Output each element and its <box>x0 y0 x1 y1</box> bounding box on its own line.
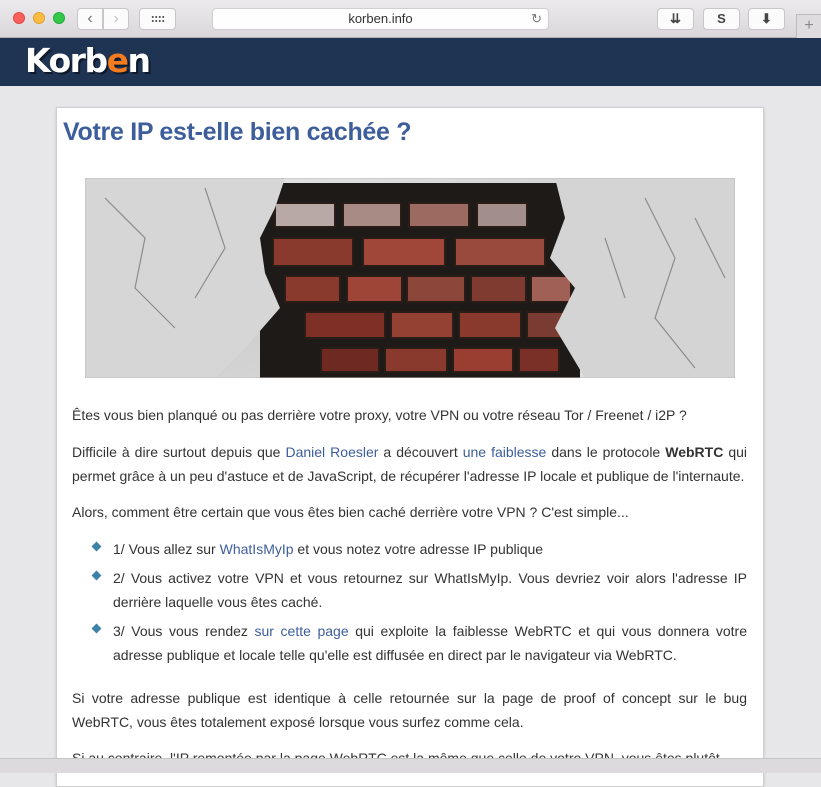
maximize-window-button[interactable] <box>53 12 65 24</box>
logo-text-accent: e <box>106 41 129 80</box>
close-window-button[interactable] <box>13 12 25 24</box>
reload-icon[interactable]: ↻ <box>531 9 542 29</box>
grid-icon <box>151 15 165 23</box>
site-header: Korben <box>0 38 821 86</box>
step1-text-1: 1/ Vous allez sur <box>113 541 220 557</box>
how-to-paragraph: Alors, comment être certain que vous ête… <box>72 504 629 520</box>
double-down-arrow-icon: ⇊ <box>670 11 681 26</box>
intro-paragraph: Êtes vous bien planqué ou pas derrière v… <box>72 407 687 423</box>
top-sites-button[interactable] <box>139 8 176 30</box>
webrtc-bold: WebRTC <box>665 444 724 460</box>
s-extension-label: S <box>717 11 726 26</box>
webrtc-text-1: Difficile à dire surtout depuis que <box>72 444 286 460</box>
diamond-bullet-icon <box>91 623 102 634</box>
logo-text-end: n <box>127 41 151 80</box>
list-item: 2/ Vous activez votre VPN et vous retour… <box>113 570 747 610</box>
step1-text-2: et vous notez votre adresse IP publique <box>293 541 544 557</box>
webrtc-text-2: a découvert <box>378 444 463 460</box>
chevron-right-icon: › <box>113 10 119 27</box>
window-bottom-bar <box>0 758 821 773</box>
plus-icon: + <box>804 17 814 34</box>
whatismyip-link[interactable]: WhatIsMyIp <box>220 541 294 557</box>
downloads-extension-button[interactable]: ⇊ <box>657 8 694 30</box>
new-tab-button[interactable]: + <box>796 14 821 38</box>
download-circle-icon: ⬇ <box>761 11 772 26</box>
forward-button[interactable]: › <box>103 8 129 30</box>
article-hero-image <box>85 178 735 378</box>
url-text: korben.info <box>348 11 413 26</box>
webrtc-text-3: dans le protocole <box>546 444 666 460</box>
diamond-bullet-icon <box>91 570 102 581</box>
site-logo[interactable]: Korben <box>25 41 151 80</box>
daniel-roesler-link[interactable]: Daniel Roesler <box>285 444 378 460</box>
article-card: Votre IP est-elle bien cachée ? Êtes vou… <box>56 107 764 787</box>
navigation-buttons: ‹ › <box>77 8 131 30</box>
minimize-window-button[interactable] <box>33 12 45 24</box>
sur-cette-page-link[interactable]: sur cette page <box>255 623 349 639</box>
logo-text-start: Korb <box>25 41 108 80</box>
article-title[interactable]: Votre IP est-elle bien cachée ? <box>63 118 412 147</box>
back-button[interactable]: ‹ <box>77 8 103 30</box>
address-bar[interactable]: korben.info ↻ <box>212 8 549 30</box>
chevron-left-icon: ‹ <box>87 10 93 27</box>
list-item: 3/ Vous vous rendez sur cette page qui e… <box>113 619 747 667</box>
une-faiblesse-link[interactable]: une faiblesse <box>463 444 547 460</box>
diamond-bullet-icon <box>91 541 102 552</box>
step3-text-1: 3/ Vous vous rendez <box>113 623 255 639</box>
brick-wall-illustration <box>85 178 735 378</box>
webrtc-paragraph: Difficile à dire surtout depuis que Dani… <box>72 440 747 488</box>
exposure-paragraph: Si votre adresse publique est identique … <box>72 690 747 730</box>
list-item: 1/ Vous allez sur WhatIsMyIp et vous not… <box>113 537 747 561</box>
s-extension-button[interactable]: S <box>703 8 740 30</box>
download-button[interactable]: ⬇ <box>748 8 785 30</box>
browser-toolbar: ‹ › korben.info ↻ ⇊ S ⬇ + <box>0 0 821 38</box>
